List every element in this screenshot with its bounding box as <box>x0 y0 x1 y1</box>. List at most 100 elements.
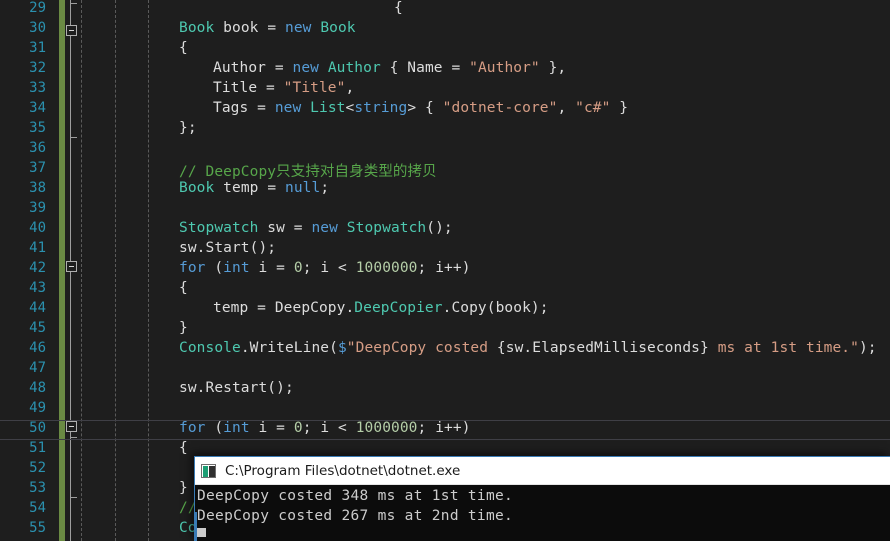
token-close-brace-semi: }; <box>179 120 197 136</box>
token-ident-i: i <box>249 420 277 436</box>
indent-guide <box>81 0 82 541</box>
token-interp-dollar: $ <box>337 340 347 356</box>
code-line-38[interactable]: Book temp = null; <box>179 180 329 196</box>
token-ident-i: i <box>249 260 277 276</box>
console-window[interactable]: C:\Program Files\dotnet\dotnet.exe DeepC… <box>194 456 890 541</box>
console-window-title: C:\Program Files\dotnet\dotnet.exe <box>225 462 461 479</box>
code-line-48[interactable]: sw.Restart(); <box>179 380 294 396</box>
line-number: 38 <box>29 180 46 196</box>
token-increment: i++ <box>435 420 462 436</box>
token-semicolon: ; <box>302 260 321 276</box>
token-angle-open: < <box>345 100 355 116</box>
token-keyword-null: null <box>284 180 321 196</box>
token-string-author: "Author" <box>469 60 540 76</box>
code-line-44[interactable]: temp = DeepCopy.DeepCopier.Copy(book); <box>213 300 549 316</box>
token-ident-temp: temp <box>213 300 258 316</box>
collapse-toggle-line-30[interactable] <box>66 25 77 36</box>
line-number: 51 <box>29 440 46 456</box>
token-brace-close: } <box>610 100 629 116</box>
console-titlebar[interactable]: C:\Program Files\dotnet\dotnet.exe <box>195 457 890 485</box>
token-expr-elapsed: sw.ElapsedMilliseconds <box>505 340 701 356</box>
indent-guide <box>148 0 149 541</box>
token-lt: < <box>338 260 356 276</box>
token-comma: , <box>345 80 355 96</box>
line-number: 54 <box>29 500 46 516</box>
code-line-50[interactable]: for (int i = 0; i < 1000000; i++) <box>179 420 471 436</box>
console-output-area[interactable]: DeepCopy costed 348 ms at 1st time. Deep… <box>195 485 890 541</box>
code-line-41[interactable]: sw.Start(); <box>179 240 276 256</box>
token-semicolon2: ; <box>417 420 436 436</box>
token-paren-open: ( <box>214 260 224 276</box>
line-number: 41 <box>29 240 46 256</box>
token-semicolon: ; <box>320 180 330 196</box>
token-keyword-for: for <box>179 420 215 436</box>
code-line-40[interactable]: Stopwatch sw = new Stopwatch(); <box>179 220 453 236</box>
token-lt: < <box>338 420 356 436</box>
collapse-toggle-line-42[interactable] <box>66 261 77 272</box>
token-semicolon: ; <box>302 420 321 436</box>
token-type-author: Author <box>327 60 381 76</box>
token-type-book: Book <box>179 180 215 196</box>
token-equals: = <box>257 100 275 116</box>
code-line-51[interactable]: { <box>179 440 188 456</box>
token-call-sw-restart: sw.Restart(); <box>179 380 294 396</box>
token-brace: { <box>416 100 443 116</box>
code-line-35[interactable]: }; <box>179 120 197 136</box>
code-line-45[interactable]: } <box>179 320 188 336</box>
token-prop-title: Title <box>213 80 266 96</box>
structure-tick <box>70 137 77 138</box>
token-string-csharp: "c#" <box>575 100 611 116</box>
code-line-32[interactable]: Author = new Author { Name = "Author" }, <box>213 60 566 76</box>
token-ident-book: book <box>214 20 268 36</box>
token-equals: = <box>267 20 285 36</box>
line-number: 37 <box>29 160 46 176</box>
token-open-brace: { <box>179 40 188 56</box>
code-line-31[interactable]: { <box>179 40 188 56</box>
line-number: 33 <box>29 80 46 96</box>
token-keyword-new: new <box>292 60 328 76</box>
console-cursor <box>197 528 206 537</box>
code-line-34[interactable]: Tags = new List<string> { "dotnet-core",… <box>213 100 628 116</box>
token-parens-semi: (); <box>426 220 453 236</box>
token-equals: = <box>267 180 285 196</box>
code-line-53[interactable]: } <box>179 480 188 496</box>
indent-guide <box>115 0 116 541</box>
token-equals: = <box>276 420 294 436</box>
token-call-sw-start: sw.Start(); <box>179 240 277 256</box>
line-number: 48 <box>29 380 46 396</box>
code-line-33[interactable]: Title = "Title", <box>213 80 354 96</box>
token-paren-close: ) <box>461 260 471 276</box>
token-brace-comma: }, <box>539 60 567 76</box>
line-number: 44 <box>29 300 46 316</box>
token-type-list: List <box>310 100 346 116</box>
code-line-42[interactable]: for (int i = 0; i < 1000000; i++) <box>179 260 471 276</box>
token-string-part2: ms at 1st time." <box>708 340 859 356</box>
modified-lines-change-bar <box>59 0 65 541</box>
code-line-29[interactable]: { <box>394 0 403 16</box>
line-number: 43 <box>29 280 46 296</box>
token-keyword-int: int <box>223 260 250 276</box>
token-paren-open: ( <box>214 420 224 436</box>
token-equals: = <box>276 260 294 276</box>
token-keyword-new: new <box>311 220 347 236</box>
code-line-30[interactable]: Book book = new Book <box>179 20 356 36</box>
token-prop-tags: Tags <box>213 100 258 116</box>
token-type-book: Book <box>179 20 215 36</box>
code-line-43[interactable]: { <box>179 280 188 296</box>
console-output-line: DeepCopy costed 348 ms at 1st time. <box>197 488 514 504</box>
token-ns-deepcopy: DeepCopy. <box>274 300 355 316</box>
token-type-stopwatch2: Stopwatch <box>346 220 427 236</box>
token-number-1000000: 1000000 <box>355 260 418 276</box>
token-open-brace: { <box>179 280 188 296</box>
token-paren-semi: ); <box>858 340 877 356</box>
token-equals: = <box>293 220 312 236</box>
token-comma: , <box>557 100 576 116</box>
code-editor[interactable]: 29 30 31 32 33 34 35 36 37 38 39 40 41 4… <box>0 0 890 541</box>
token-ident-i2: i <box>320 420 339 436</box>
code-line-46[interactable]: Console.WriteLine($"DeepCopy costed {sw.… <box>179 340 877 356</box>
token-type-deepcopier: DeepCopier <box>354 300 443 316</box>
code-line-37[interactable]: // DeepCopy只支持对自身类型的拷贝 <box>179 160 437 181</box>
token-string-dotnet-core: "dotnet-core" <box>442 100 558 116</box>
token-call-copy: .Copy(book); <box>442 300 549 316</box>
line-number: 55 <box>29 520 46 536</box>
